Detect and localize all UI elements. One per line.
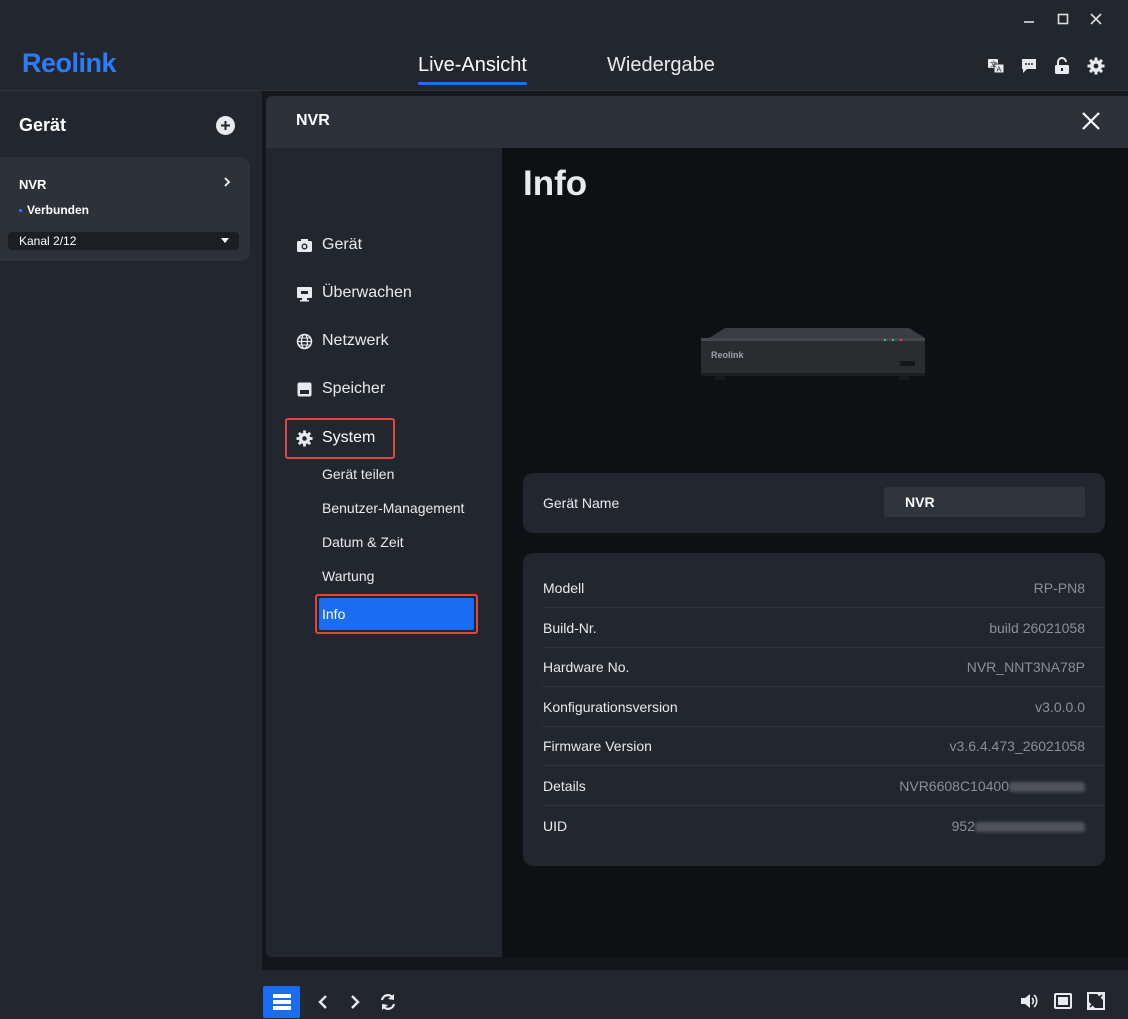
- close-icon[interactable]: [1085, 8, 1107, 30]
- info-row-hardware: Hardware No. NVR_NNT3NA78P: [523, 647, 1105, 687]
- info-row-konfiguration: Konfigurationsversion v3.0.0.0: [523, 687, 1105, 727]
- dialog-close-icon[interactable]: [1080, 110, 1102, 132]
- info-row-modell: Modell RP-PN8: [523, 568, 1105, 608]
- info-row-build: Build-Nr. build 26021058: [523, 608, 1105, 648]
- device-name-label: Gerät Name: [543, 495, 620, 511]
- info-key: Build-Nr.: [543, 620, 597, 636]
- refresh-icon[interactable]: [378, 992, 398, 1012]
- dialog-header: NVR: [266, 96, 1128, 148]
- device-name-input[interactable]: NVR: [884, 487, 1085, 517]
- info-key: Modell: [543, 580, 585, 596]
- chevron-right-icon[interactable]: [345, 992, 365, 1012]
- device-name: NVR: [19, 177, 47, 192]
- caret-down-icon: [221, 238, 229, 243]
- nav-item-label: System: [322, 429, 376, 446]
- nvr-device-image: Reolink: [699, 326, 927, 387]
- nav-item-ueberwachen[interactable]: Überwachen: [296, 282, 412, 304]
- info-value: NVR_NNT3NA78P: [966, 659, 1085, 675]
- translate-icon[interactable]: 文A: [986, 56, 1006, 76]
- redacted-blur: [1009, 782, 1085, 793]
- message-icon[interactable]: [1019, 56, 1039, 76]
- sidebar-title: Gerät: [19, 115, 67, 135]
- unlock-icon[interactable]: [1052, 56, 1072, 76]
- nav-item-label: Gerät: [322, 236, 363, 253]
- device-status-text: Verbunden: [27, 203, 90, 217]
- chevron-right-icon[interactable]: [220, 175, 234, 189]
- dialog-title: NVR: [296, 112, 330, 129]
- tab-wiedergabe[interactable]: Wiedergabe: [607, 54, 715, 77]
- volume-icon[interactable]: [1019, 991, 1039, 1011]
- nav-item-geraet[interactable]: Gerät: [296, 234, 362, 256]
- info-value: 952: [952, 818, 1085, 834]
- device-name-card: Gerät Name NVR: [523, 473, 1105, 533]
- info-value-text: NVR6608C10400: [899, 778, 1009, 794]
- info-key: Konfigurationsversion: [543, 699, 678, 715]
- add-device-button[interactable]: [216, 116, 235, 135]
- svg-text:Reolink: Reolink: [711, 350, 745, 360]
- active-tab-indicator: [418, 82, 527, 85]
- info-value-text: 952: [951, 818, 975, 834]
- info-key: UID: [543, 818, 568, 834]
- sub-item-info[interactable]: Info: [319, 598, 474, 630]
- single-screen-icon[interactable]: [1053, 991, 1073, 1011]
- info-value: build 26021058: [989, 620, 1085, 636]
- device-card[interactable]: NVR Verbunden Kanal 2/12: [0, 157, 250, 261]
- sub-item-datum-zeit[interactable]: Datum & Zeit: [322, 534, 404, 550]
- info-row-uid: UID 952: [523, 806, 1105, 846]
- gear-icon: [296, 429, 313, 447]
- camera-icon: [296, 237, 313, 254]
- list-view-button[interactable]: [263, 986, 300, 1018]
- info-key: Hardware No.: [543, 659, 630, 675]
- info-key: Firmware Version: [543, 738, 652, 754]
- chevron-left-icon[interactable]: [313, 992, 333, 1012]
- settings-nav: Gerät Überwachen Netzwerk Speicher Syste…: [266, 148, 502, 957]
- nav-item-label: Überwachen: [322, 284, 412, 301]
- info-value: RP-PN8: [1033, 580, 1085, 596]
- bottom-toolbar: [262, 970, 1128, 1019]
- info-value: NVR6608C10400: [899, 778, 1085, 794]
- nav-item-label: Netzwerk: [322, 332, 389, 349]
- nav-item-netzwerk[interactable]: Netzwerk: [296, 330, 389, 352]
- page-title: Info: [523, 164, 588, 203]
- sub-item-geraet-teilen[interactable]: Gerät teilen: [322, 466, 394, 482]
- monitor-icon: [296, 285, 313, 302]
- maximize-icon[interactable]: [1052, 8, 1074, 30]
- nav-item-speicher[interactable]: Speicher: [296, 378, 385, 400]
- info-value: v3.6.4.473_26021058: [949, 738, 1085, 754]
- fullscreen-icon[interactable]: [1086, 991, 1106, 1011]
- status-dot: [19, 209, 22, 213]
- info-key: Details: [543, 778, 586, 794]
- sub-item-benutzer-management[interactable]: Benutzer-Management: [322, 500, 464, 516]
- device-info-card: Modell RP-PN8 Build-Nr. build 26021058 H…: [523, 553, 1105, 866]
- sub-item-wartung[interactable]: Wartung: [322, 568, 374, 584]
- globe-icon: [296, 333, 313, 350]
- tab-live-ansicht[interactable]: Live-Ansicht: [418, 54, 527, 77]
- channel-select-value: Kanal 2/12: [19, 234, 77, 248]
- info-value: v3.0.0.0: [1035, 699, 1085, 715]
- nav-item-system[interactable]: System: [296, 427, 375, 449]
- gear-icon[interactable]: [1086, 56, 1106, 76]
- minimize-icon[interactable]: [1018, 8, 1040, 30]
- device-status: Verbunden: [19, 203, 89, 217]
- channel-select[interactable]: Kanal 2/12: [8, 232, 239, 250]
- nav-item-label: Speicher: [322, 380, 386, 397]
- redacted-blur: [975, 822, 1085, 833]
- info-row-firmware: Firmware Version v3.6.4.473_26021058: [523, 726, 1105, 766]
- storage-icon: [296, 381, 313, 398]
- info-row-details: Details NVR6608C10400: [523, 766, 1105, 806]
- reolink-logo: Reolink: [22, 48, 117, 78]
- settings-dialog: NVR Gerät Überwachen Netzwerk Speicher S…: [266, 96, 1128, 957]
- svg-text:A: A: [997, 66, 1002, 74]
- sub-item-info-label: Info: [322, 606, 346, 622]
